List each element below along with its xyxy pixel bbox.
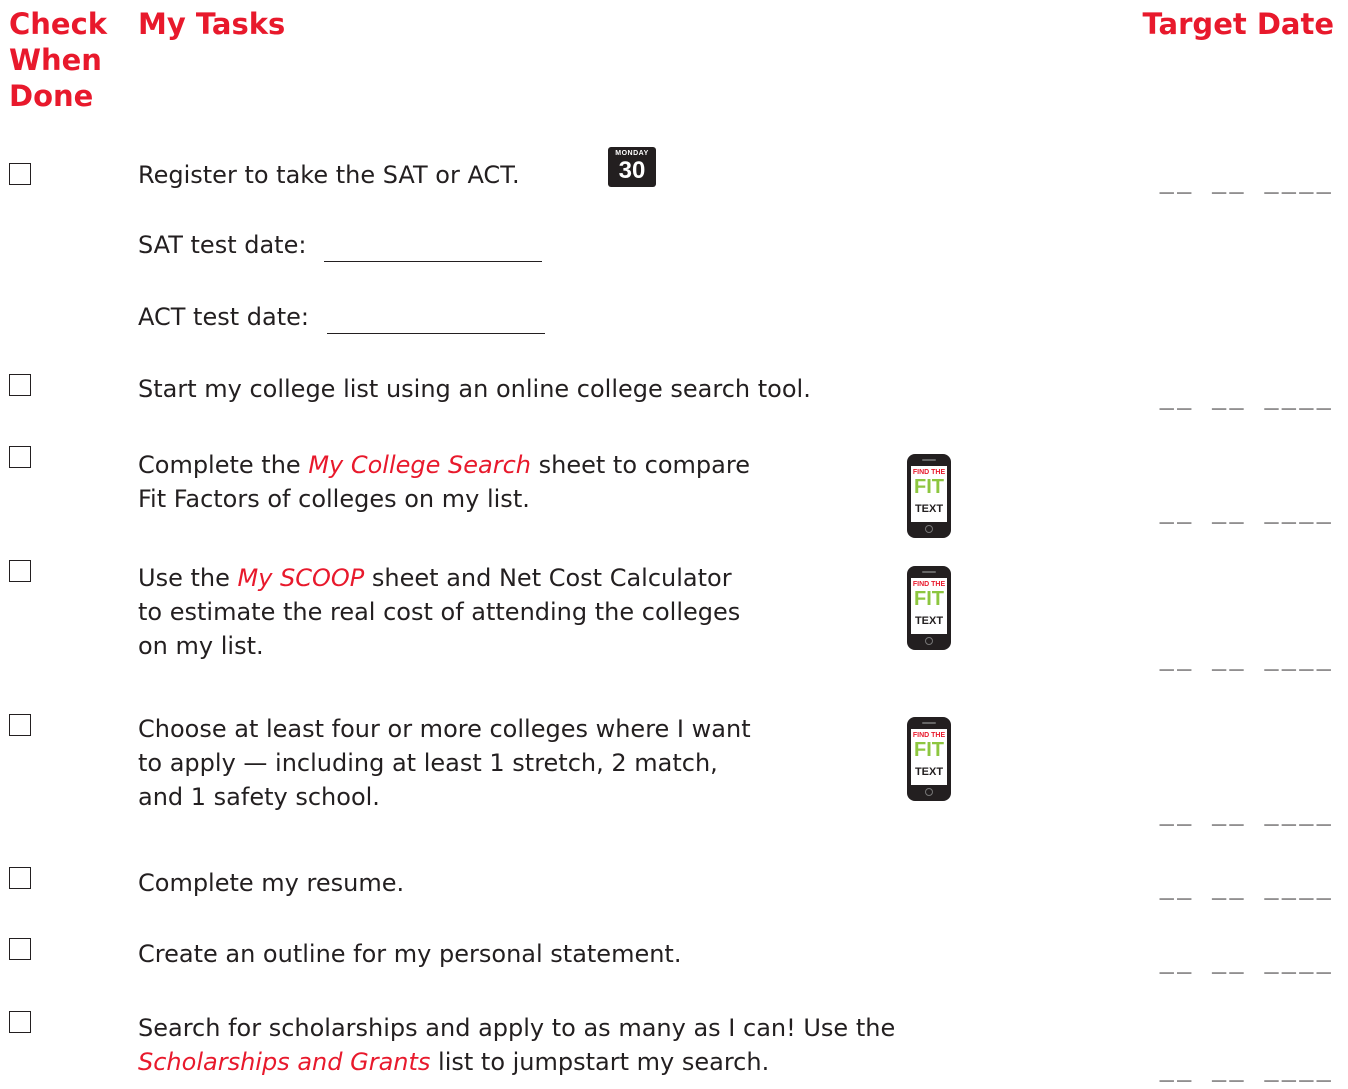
- phone-text-text: TEXT: [914, 503, 944, 515]
- speaker: [922, 722, 936, 724]
- phone-icon: FIND THE FIT TEXT: [907, 454, 951, 538]
- home-button: [925, 637, 933, 645]
- act-test-date-field[interactable]: [326, 309, 545, 334]
- home-button: [925, 788, 933, 796]
- target-date-blank[interactable]: __ __ ____: [1160, 872, 1335, 900]
- header-check-when-done: Check When Done: [9, 7, 108, 113]
- task-text: sheet to compare: [531, 451, 750, 479]
- task-text: and 1 safety school.: [138, 783, 380, 811]
- header-my-tasks: My Tasks: [138, 7, 286, 41]
- target-date-blank[interactable]: __ __ ____: [1160, 946, 1335, 974]
- sat-test-date-row: SAT test date:: [138, 228, 543, 262]
- list-name: Scholarships and Grants: [138, 1048, 431, 1076]
- task-text: Complete the: [138, 451, 309, 479]
- phone-text-text: TEXT: [914, 615, 944, 627]
- header-target-date: Target Date: [1142, 7, 1334, 41]
- act-test-date-label: ACT test date:: [138, 303, 309, 331]
- task-choose-colleges: Choose at least four or more colleges wh…: [138, 712, 751, 814]
- sheet-name: My College Search: [308, 451, 532, 479]
- task-text: sheet and Net Cost Calculator: [364, 564, 732, 592]
- phone-screen: FIND THE FIT TEXT: [911, 466, 947, 522]
- task-text: Fit Factors of colleges on my list.: [138, 485, 530, 513]
- checkbox-register-test[interactable]: [9, 163, 31, 185]
- task-text: Use the: [138, 564, 238, 592]
- checkbox-scoop-sheet[interactable]: [9, 560, 31, 582]
- sat-test-date-field[interactable]: [324, 237, 543, 262]
- checkbox-personal-statement[interactable]: [9, 938, 31, 960]
- calendar-icon: MONDAY 30: [608, 147, 656, 187]
- task-scoop-sheet: Use the My SCOOP sheet and Net Cost Calc…: [138, 561, 740, 663]
- speaker: [922, 571, 936, 573]
- sheet-name: My SCOOP: [237, 564, 365, 592]
- task-text: Choose at least four or more colleges wh…: [138, 715, 751, 743]
- target-date-blank[interactable]: __ __ ____: [1160, 643, 1335, 671]
- calendar-day: 30: [618, 157, 646, 184]
- speaker: [922, 459, 936, 461]
- checkbox-college-list[interactable]: [9, 374, 31, 396]
- phone-text-fit: FIT: [914, 739, 944, 761]
- task-scholarships: Search for scholarships and apply to as …: [138, 1011, 895, 1079]
- target-date-blank[interactable]: __ __ ____: [1160, 798, 1335, 826]
- task-text: list to jumpstart my search.: [430, 1048, 770, 1076]
- target-date-blank[interactable]: __ __ ____: [1160, 496, 1335, 524]
- phone-text-fit: FIT: [914, 588, 944, 610]
- target-date-blank[interactable]: __ __ ____: [1160, 166, 1335, 194]
- task-text: Search for scholarships and apply to as …: [138, 1014, 896, 1042]
- checkbox-scholarships[interactable]: [9, 1011, 31, 1033]
- task-college-list: Start my college list using an online co…: [138, 375, 811, 403]
- checkbox-choose-colleges[interactable]: [9, 714, 31, 736]
- act-test-date-row: ACT test date:: [138, 300, 545, 334]
- task-text: on my list.: [138, 632, 264, 660]
- phone-text-fit: FIT: [914, 476, 944, 498]
- checkbox-resume[interactable]: [9, 867, 31, 889]
- task-text: to apply — including at least 1 stretch,…: [138, 749, 718, 777]
- task-text: to estimate the real cost of attending t…: [138, 598, 741, 626]
- task-college-search-sheet: Complete the My College Search sheet to …: [138, 448, 750, 516]
- phone-text-text: TEXT: [914, 766, 944, 778]
- target-date-blank[interactable]: __ __ ____: [1160, 1054, 1335, 1082]
- phone-screen: FIND THE FIT TEXT: [911, 729, 947, 785]
- home-button: [925, 525, 933, 533]
- task-personal-statement: Create an outline for my personal statem…: [138, 940, 682, 968]
- phone-icon: FIND THE FIT TEXT: [907, 717, 951, 801]
- checkbox-college-search-sheet[interactable]: [9, 446, 31, 468]
- sat-test-date-label: SAT test date:: [138, 231, 307, 259]
- task-register-test: Register to take the SAT or ACT.: [138, 161, 520, 189]
- phone-screen: FIND THE FIT TEXT: [911, 578, 947, 634]
- phone-icon: FIND THE FIT TEXT: [907, 566, 951, 650]
- task-resume: Complete my resume.: [138, 869, 405, 897]
- target-date-blank[interactable]: __ __ ____: [1160, 382, 1335, 410]
